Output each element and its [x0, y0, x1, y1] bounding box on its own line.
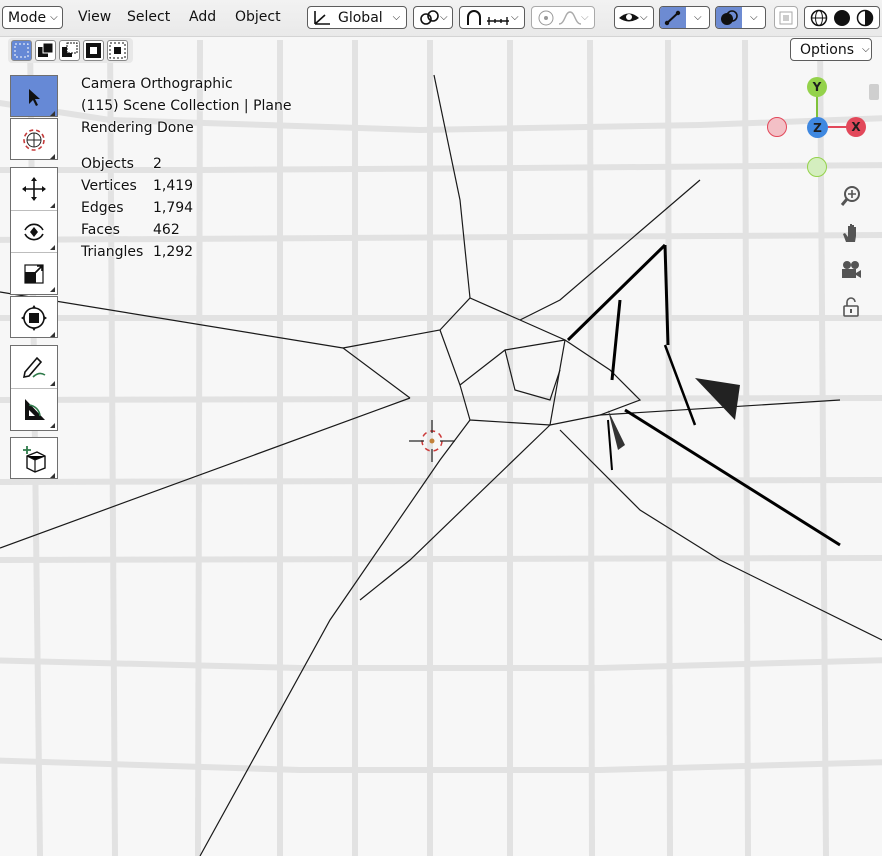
3d-cursor-icon[interactable] — [409, 420, 455, 462]
overlays-toggle[interactable]: ⌵ — [715, 6, 766, 29]
menu-add[interactable]: Add — [189, 9, 216, 25]
stat-value: 462 — [153, 222, 180, 238]
menu-select[interactable]: Select — [127, 9, 170, 25]
move-icon — [22, 177, 46, 201]
mode-label: Mode — [8, 9, 47, 26]
transform-tools-group — [10, 167, 58, 295]
wireframe-shading-icon[interactable] — [810, 9, 828, 27]
chevron-down-icon: ⌵ — [511, 12, 519, 23]
shading-mode-buttons[interactable] — [804, 6, 880, 29]
selection-mode-buttons — [8, 38, 133, 63]
tool-select-box[interactable] — [10, 75, 58, 117]
transform-icon — [11, 297, 57, 339]
select-new-icon — [14, 43, 29, 58]
gizmo-icon — [660, 7, 686, 28]
pivot-point-dropdown[interactable]: ⌵ — [413, 6, 453, 29]
solid-shading-icon[interactable] — [833, 9, 851, 27]
annotation-tools-group — [10, 345, 58, 431]
rotate-icon — [24, 223, 44, 240]
chevron-down-icon: ⌵ — [750, 12, 758, 23]
chevron-down-icon: ⌵ — [581, 12, 589, 23]
tool-annotate[interactable] — [11, 346, 57, 388]
scale-icon — [24, 263, 44, 284]
chevron-down-icon: ⌵ — [862, 44, 870, 55]
orientation-label: Global — [338, 9, 383, 26]
chevron-down-icon: ⌵ — [694, 12, 702, 23]
measure-ruler-icon — [25, 398, 45, 420]
tool-scale[interactable] — [11, 252, 57, 294]
select-cursor-icon — [11, 76, 57, 118]
stat-value: 1,292 — [153, 244, 194, 260]
gizmo-y-axis[interactable]: Y — [807, 77, 827, 97]
chevron-down-icon: ⌵ — [440, 12, 448, 23]
stat-label: Edges — [81, 200, 124, 216]
eye-icon — [619, 13, 639, 21]
tool-move[interactable] — [11, 168, 57, 210]
select-invert-button[interactable] — [83, 40, 104, 61]
xray-toggle[interactable] — [774, 6, 798, 29]
view-name: Camera Orthographic — [81, 76, 233, 92]
select-extend-button[interactable] — [35, 40, 56, 61]
tool-add-cube[interactable] — [10, 437, 58, 479]
falloff-curve-icon — [558, 10, 582, 25]
material-preview-icon[interactable] — [856, 9, 874, 27]
overlays-icon — [716, 7, 742, 28]
gizmo-x-axis[interactable]: X — [846, 117, 866, 137]
mode-dropdown[interactable]: Mode ⌵ — [2, 6, 63, 29]
stat-value: 1,419 — [153, 178, 194, 194]
select-extend-icon — [38, 42, 54, 57]
stat-label: Triangles — [81, 244, 144, 260]
annotate-pencil-icon — [22, 356, 46, 379]
options-dropdown[interactable]: Options ⌵ — [790, 38, 872, 61]
3d-cursor-tool-icon — [11, 119, 57, 161]
proportional-edit-icon — [538, 10, 554, 25]
render-status: Rendering Done — [81, 120, 194, 136]
select-intersect-button[interactable] — [107, 40, 128, 61]
transform-orientation-dropdown[interactable]: Global ⌵ — [307, 6, 407, 29]
pivot-link-icon — [420, 9, 439, 25]
add-cube-icon — [11, 438, 57, 480]
chevron-down-icon: ⌵ — [50, 12, 58, 23]
stat-label: Faces — [81, 222, 120, 238]
viewport-header: Mode ⌵ View Select Add Object Global ⌵ ⌵ ⌵… — [0, 0, 882, 37]
orientation-axes-icon — [314, 10, 330, 25]
options-label: Options — [800, 41, 855, 58]
chevron-down-icon: ⌵ — [640, 12, 648, 23]
select-subtract-icon — [62, 42, 78, 57]
region-toggle-tab[interactable] — [869, 84, 879, 100]
stat-value: 1,794 — [153, 200, 194, 216]
stat-value: 2 — [153, 156, 162, 172]
tool-measure[interactable] — [11, 388, 57, 430]
pan-hand-icon[interactable] — [838, 220, 864, 246]
lock-icon[interactable] — [838, 294, 864, 320]
stat-label: Objects — [81, 156, 134, 172]
select-new-button[interactable] — [11, 40, 32, 61]
gizmo-neg-y-axis[interactable] — [807, 157, 827, 177]
zoom-icon[interactable] — [838, 183, 864, 209]
chevron-down-icon: ⌵ — [392, 12, 401, 23]
proportional-editing-controls[interactable]: ⌵ — [531, 6, 595, 29]
camera-view-icon[interactable] — [838, 257, 864, 283]
gizmo-toggle[interactable]: ⌵ — [659, 6, 710, 29]
collection-info: (115) Scene Collection | Plane — [81, 98, 292, 114]
gizmo-neg-x-axis[interactable] — [767, 117, 787, 137]
xray-icon — [779, 11, 793, 24]
gizmo-z-axis[interactable]: Z — [807, 117, 828, 138]
select-intersect-icon — [109, 42, 126, 59]
visibility-dropdown[interactable]: ⌵ — [614, 6, 654, 29]
snap-magnet-icon — [467, 9, 481, 25]
snap-increment-icon — [487, 16, 509, 25]
snapping-controls[interactable]: ⌵ — [459, 6, 525, 29]
tool-transform[interactable] — [10, 296, 58, 338]
tool-rotate[interactable] — [11, 210, 57, 252]
select-subtract-button[interactable] — [59, 40, 80, 61]
menu-object[interactable]: Object — [235, 9, 281, 25]
select-invert-icon — [86, 43, 101, 58]
tool-cursor[interactable] — [10, 118, 58, 160]
menu-view[interactable]: View — [78, 9, 111, 25]
stat-label: Vertices — [81, 178, 137, 194]
